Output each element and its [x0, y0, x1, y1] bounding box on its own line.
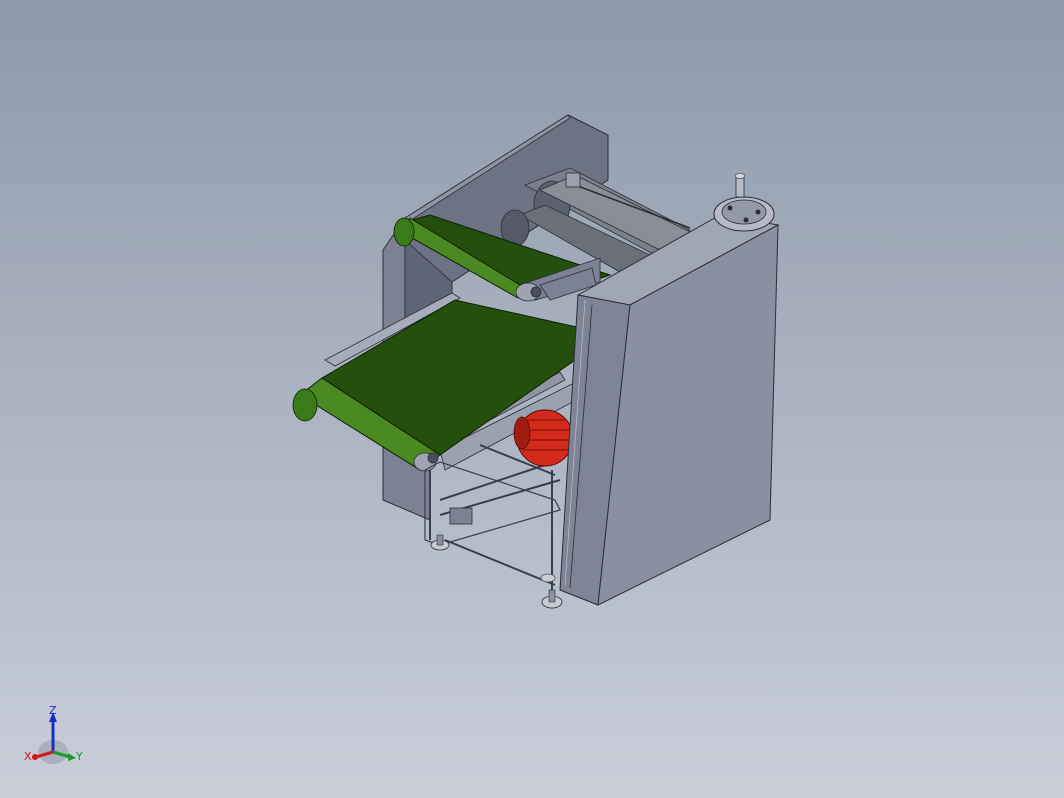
- y-axis-label: Y: [75, 750, 83, 763]
- orientation-triad[interactable]: Z X Y: [18, 700, 88, 775]
- machine-3d-model[interactable]: [0, 0, 1064, 798]
- leveling-feet: [430, 534, 563, 609]
- z-axis-label: Z: [49, 704, 57, 717]
- x-axis-label: X: [24, 750, 32, 763]
- graphics-viewport[interactable]: Z X Y: [0, 0, 1064, 798]
- drive-motor: [513, 409, 574, 467]
- adjustment-handwheel[interactable]: [713, 173, 775, 232]
